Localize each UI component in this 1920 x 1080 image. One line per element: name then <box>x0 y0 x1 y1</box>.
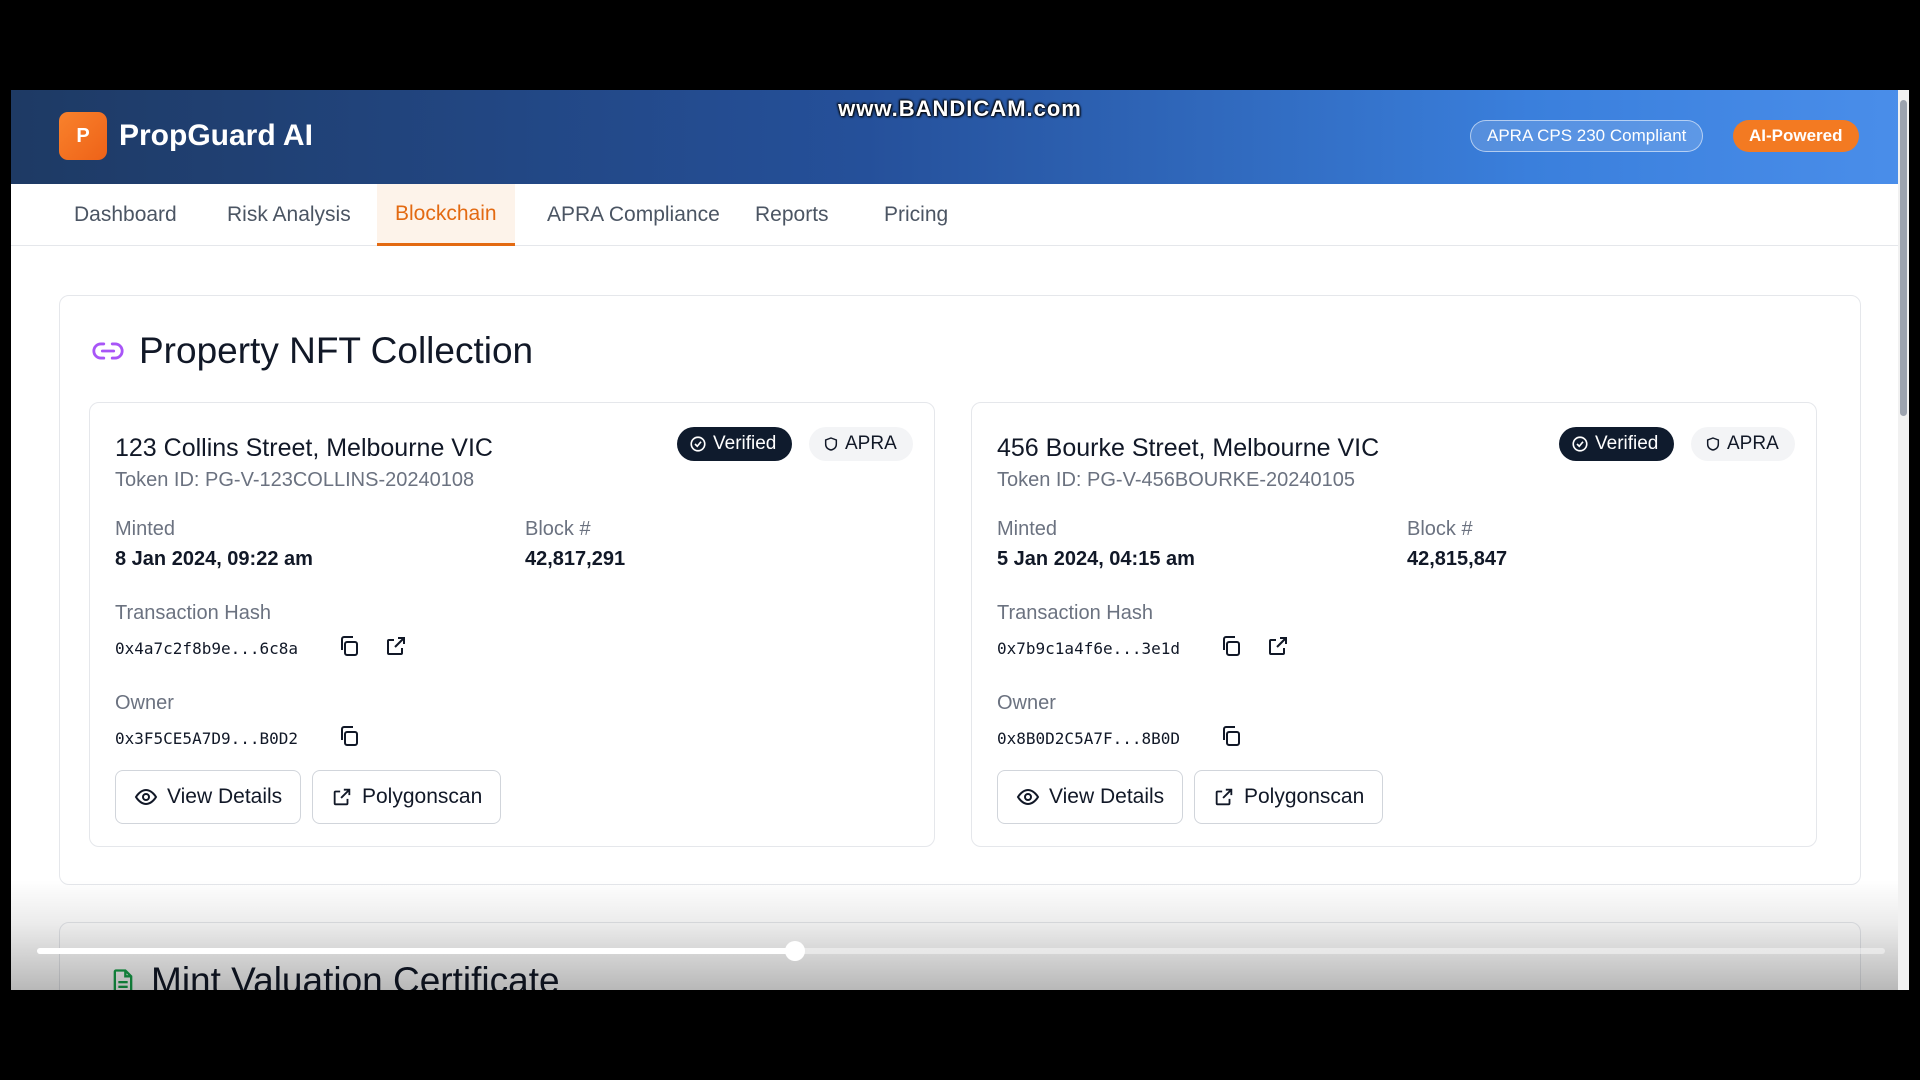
main-tabs: Dashboard Risk Analysis Blockchain APRA … <box>11 184 1909 246</box>
check-circle-icon <box>1572 436 1588 452</box>
section-title-text: Property NFT Collection <box>139 330 534 371</box>
minted-label: Minted <box>997 518 1058 540</box>
nft-card: 456 Bourke Street, Melbourne VIC Token I… <box>971 402 1817 847</box>
document-icon <box>113 969 133 990</box>
video-seek-handle[interactable] <box>785 941 805 961</box>
tx-hash-value: 0x7b9c1a4f6e...3e1d <box>997 639 1181 658</box>
tab-dashboard[interactable]: Dashboard <box>56 184 195 246</box>
mint-section-title-text: Mint Valuation Certificate <box>151 960 560 990</box>
token-id: Token ID: PG-V-123COLLINS-20240108 <box>115 469 475 491</box>
property-name: 456 Bourke Street, Melbourne VIC <box>997 434 1380 462</box>
scrollbar-thumb[interactable] <box>1900 100 1907 416</box>
browser-viewport: P PropGuard AI www.BANDICAM.com APRA CPS… <box>11 90 1909 990</box>
view-details-label: View Details <box>167 785 283 808</box>
view-details-button[interactable]: View Details <box>997 770 1184 824</box>
screen: P PropGuard AI www.BANDICAM.com APRA CPS… <box>0 0 1920 1080</box>
minted-label: Minted <box>115 518 176 540</box>
eye-icon <box>1016 788 1040 806</box>
app-title: PropGuard AI <box>119 119 313 152</box>
copy-icon[interactable] <box>336 723 362 749</box>
property-name: 123 Collins Street, Melbourne VIC <box>115 434 493 462</box>
link-icon <box>92 342 124 360</box>
section-title: Property NFT Collection <box>91 330 533 372</box>
polygonscan-button[interactable]: Polygonscan <box>1194 770 1384 824</box>
verified-label: Verified <box>713 433 777 454</box>
compliance-badge: APRA CPS 230 Compliant <box>1470 120 1704 152</box>
check-circle-icon <box>690 436 706 452</box>
verified-label: Verified <box>1595 433 1659 454</box>
owner-value: 0x8B0D2C5A7F...8B0D <box>997 729 1181 748</box>
minted-value: 5 Jan 2024, 04:15 am <box>997 548 1195 570</box>
tab-blockchain[interactable]: Blockchain <box>377 184 515 246</box>
copy-icon[interactable] <box>1218 633 1244 659</box>
apra-label: APRA <box>845 433 897 454</box>
owner-label: Owner <box>115 692 174 714</box>
view-details-label: View Details <box>1049 785 1165 808</box>
apra-badge: APRA <box>1691 427 1795 461</box>
owner-value: 0x3F5CE5A7D9...B0D2 <box>115 729 299 748</box>
block-value: 42,815,847 <box>1407 548 1508 570</box>
logo-letter: P <box>76 124 90 147</box>
tx-hash-label: Transaction Hash <box>115 602 271 624</box>
polygonscan-label: Polygonscan <box>362 785 483 808</box>
polygonscan-button[interactable]: Polygonscan <box>312 770 502 824</box>
tab-apra-compliance[interactable]: APRA Compliance <box>529 184 738 246</box>
verified-badge: Verified <box>1559 427 1675 461</box>
recording-watermark: www.BANDICAM.com <box>838 96 1082 121</box>
shield-icon <box>1706 437 1720 451</box>
minted-value: 8 Jan 2024, 09:22 am <box>115 548 313 570</box>
copy-icon[interactable] <box>1218 723 1244 749</box>
tab-risk-analysis[interactable]: Risk Analysis <box>209 184 369 246</box>
block-label: Block # <box>525 518 591 540</box>
view-details-button[interactable]: View Details <box>115 770 302 824</box>
tab-pricing[interactable]: Pricing <box>866 184 966 246</box>
tx-hash-label: Transaction Hash <box>997 602 1153 624</box>
apra-badge: APRA <box>809 427 913 461</box>
mint-section-title: Mint Valuation Certificate <box>109 960 560 990</box>
nft-card: 123 Collins Street, Melbourne VIC Token … <box>89 402 935 847</box>
copy-icon[interactable] <box>336 633 362 659</box>
tab-reports[interactable]: Reports <box>737 184 847 246</box>
app-header: P PropGuard AI www.BANDICAM.com APRA CPS… <box>11 90 1909 184</box>
shield-icon <box>824 437 838 451</box>
token-id: Token ID: PG-V-456BOURKE-20240105 <box>997 469 1355 491</box>
ai-powered-badge: AI-Powered <box>1733 120 1859 152</box>
verified-badge: Verified <box>677 427 793 461</box>
external-link-icon[interactable] <box>383 633 409 659</box>
block-label: Block # <box>1407 518 1473 540</box>
external-link-icon <box>333 788 351 806</box>
apra-label: APRA <box>1727 433 1779 454</box>
owner-label: Owner <box>997 692 1056 714</box>
video-seek-progress <box>37 948 795 954</box>
tx-hash-value: 0x4a7c2f8b9e...6c8a <box>115 639 299 658</box>
eye-icon <box>134 788 158 806</box>
block-value: 42,817,291 <box>525 548 626 570</box>
polygonscan-label: Polygonscan <box>1244 785 1365 808</box>
external-link-icon[interactable] <box>1265 633 1291 659</box>
external-link-icon <box>1215 788 1233 806</box>
